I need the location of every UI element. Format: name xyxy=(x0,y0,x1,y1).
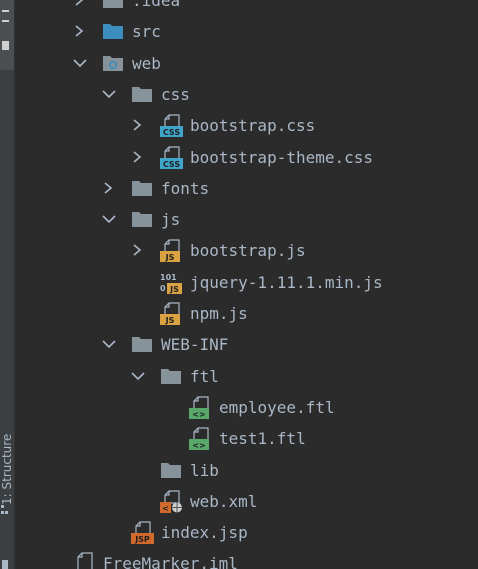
tree-node-label: src xyxy=(132,22,161,42)
jsp-file-icon: JSP xyxy=(131,517,155,548)
tree-node[interactable]: JSP index.jsp xyxy=(15,517,478,548)
svg-text:<: < xyxy=(162,504,169,513)
tree-node[interactable]: ftl xyxy=(15,361,478,392)
folder-icon xyxy=(102,0,126,16)
tree-node-label: index.jsp xyxy=(161,523,248,543)
tree-node-label: employee.ftl xyxy=(219,397,335,417)
tree-node[interactable]: <> test1.ftl xyxy=(15,423,478,454)
svg-text:JS: JS xyxy=(165,253,175,262)
chevron-right-icon[interactable] xyxy=(101,173,117,204)
chevron-down-icon[interactable] xyxy=(72,48,88,79)
tree-node-label: test1.ftl xyxy=(219,429,306,449)
source-folder-icon xyxy=(102,16,126,47)
iml-file-icon xyxy=(73,548,97,569)
tree-node[interactable]: CSS bootstrap-theme.css xyxy=(15,142,478,173)
tree-node[interactable]: FreeMarker.iml xyxy=(15,548,478,569)
project-tree: .idea src web css CSS bootstrap.css CSS bootstr… xyxy=(15,0,478,569)
project-tool-button[interactable] xyxy=(0,0,14,70)
chevron-right-icon[interactable] xyxy=(130,142,146,173)
tree-node-label: jquery-1.11.1.min.js xyxy=(190,272,383,292)
folder-icon xyxy=(131,79,155,110)
structure-tab-label[interactable]: 1: Structure xyxy=(0,375,14,505)
js-file-icon: JS xyxy=(160,298,184,329)
folder-icon xyxy=(160,361,184,392)
folder-icon xyxy=(131,329,155,360)
tree-node-label: ftl xyxy=(190,366,219,386)
svg-text:<>: <> xyxy=(192,441,205,450)
tree-node-label: bootstrap.css xyxy=(190,116,316,136)
tree-node-label: WEB-INF xyxy=(161,335,229,355)
project-tool-window: 1: Structure .idea src web css CSS bootstrap.… xyxy=(0,0,478,569)
tree-node[interactable]: 101 0 JS jquery-1.11.1.min.js xyxy=(15,267,478,298)
tree-node[interactable]: css xyxy=(15,79,478,110)
xml-file-icon: < xyxy=(160,486,184,517)
folder-icon xyxy=(131,173,155,204)
minified-js-file-icon: 101 0 JS xyxy=(160,267,184,298)
tree-node[interactable]: JS npm.js xyxy=(15,298,478,329)
chevron-right-icon[interactable] xyxy=(72,16,88,47)
web-folder-icon xyxy=(102,48,126,79)
tree-node[interactable]: CSS bootstrap.css xyxy=(15,110,478,141)
svg-text:JSP: JSP xyxy=(134,535,150,544)
tree-node[interactable]: web xyxy=(15,48,478,79)
tree-node-label: fonts xyxy=(161,178,210,198)
project-icon-bar xyxy=(2,10,9,12)
tool-window-stripe: 1: Structure xyxy=(0,0,15,569)
project-icon-square xyxy=(2,41,9,50)
tree-node[interactable]: JS bootstrap.js xyxy=(15,235,478,266)
tree-node[interactable]: src xyxy=(15,16,478,47)
tree-node[interactable]: < web.xml xyxy=(15,486,478,517)
chevron-down-icon[interactable] xyxy=(130,361,146,392)
svg-text:<>: <> xyxy=(192,410,205,419)
tree-node-label: web.xml xyxy=(190,491,258,511)
svg-text:JS: JS xyxy=(169,285,179,294)
svg-text:0: 0 xyxy=(160,284,166,293)
svg-text:JS: JS xyxy=(165,316,175,325)
css-file-icon: CSS xyxy=(160,142,184,173)
ftl-file-icon: <> xyxy=(189,392,213,423)
tree-node-label: css xyxy=(161,84,190,104)
tree-node[interactable]: <> employee.ftl xyxy=(15,392,478,423)
project-icon-bar xyxy=(2,20,9,22)
favorites-icon[interactable] xyxy=(2,560,8,569)
tree-node-label: lib xyxy=(190,460,219,480)
tree-node-label: FreeMarker.iml xyxy=(103,554,238,569)
tree-node-label: .idea xyxy=(132,0,181,10)
js-file-icon: JS xyxy=(160,235,184,266)
tree-node[interactable]: fonts xyxy=(15,173,478,204)
tree-node[interactable]: js xyxy=(15,204,478,235)
svg-text:CSS: CSS xyxy=(163,160,180,169)
svg-text:101: 101 xyxy=(160,273,177,282)
tree-node-label: bootstrap.js xyxy=(190,241,306,261)
chevron-down-icon[interactable] xyxy=(101,329,117,360)
svg-text:CSS: CSS xyxy=(163,128,180,137)
tree-node-label: web xyxy=(132,53,161,73)
tree-node[interactable]: WEB-INF xyxy=(15,329,478,360)
tree-node-label: bootstrap-theme.css xyxy=(190,147,374,167)
tree-node-label: js xyxy=(161,210,181,230)
chevron-right-icon[interactable] xyxy=(130,110,146,141)
chevron-right-icon[interactable] xyxy=(130,235,146,266)
folder-icon xyxy=(131,204,155,235)
tree-node-label: npm.js xyxy=(190,304,248,323)
chevron-down-icon[interactable] xyxy=(101,204,117,235)
structure-icon xyxy=(1,505,9,519)
tree-node[interactable]: lib xyxy=(15,455,478,486)
chevron-down-icon[interactable] xyxy=(101,79,117,110)
chevron-right-icon[interactable] xyxy=(72,0,88,16)
tree-node[interactable]: .idea xyxy=(15,0,478,16)
ftl-file-icon: <> xyxy=(189,423,213,454)
folder-icon xyxy=(160,455,184,486)
css-file-icon: CSS xyxy=(160,110,184,141)
